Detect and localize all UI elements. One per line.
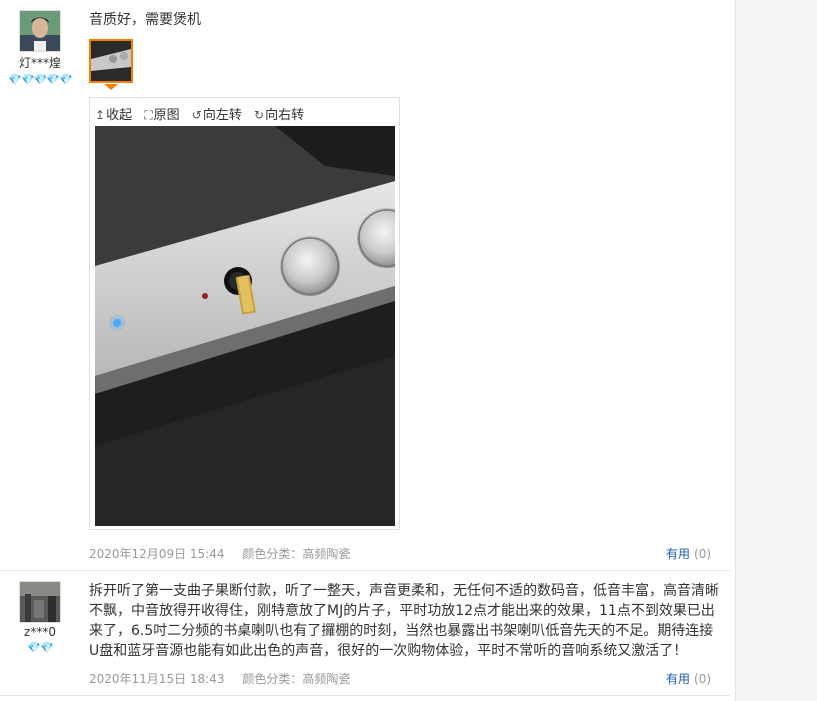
right-sidebar [735, 0, 817, 701]
reviewer-name[interactable]: z***0 [8, 625, 72, 639]
collapse-button[interactable]: ↥收起 [95, 104, 132, 123]
review-meta: 2020年11月15日 18:43 颜色分类：高频陶瓷 [89, 670, 364, 687]
rotate-right-button[interactable]: ↻向右转 [254, 104, 304, 123]
review-divider [0, 695, 730, 696]
review-photo[interactable] [95, 126, 395, 526]
image-viewer: ↥收起 ⛶原图 ↺向左转 ↻向右转 [89, 97, 400, 530]
thumbnail-selected-indicator [104, 84, 118, 90]
thumbnail-image [91, 41, 131, 81]
review-thumbnail[interactable] [89, 39, 133, 83]
avatar-image [20, 582, 60, 622]
avatar[interactable] [19, 10, 61, 52]
photo-image [95, 126, 395, 526]
rotate-left-icon: ↺ [191, 108, 202, 122]
avatar-image [20, 11, 60, 51]
review-divider [0, 570, 730, 571]
useful-button[interactable]: 有用 [666, 547, 690, 561]
useful-count: (0) [694, 547, 712, 561]
useful-vote: 有用 (0) [666, 545, 711, 562]
review-meta: 2020年12月09日 15:44 颜色分类：高频陶瓷 [89, 545, 364, 562]
useful-vote: 有用 (0) [666, 670, 711, 687]
rotate-left-label: 向左转 [202, 108, 242, 123]
review-text: 音质好，需要煲机 [89, 12, 201, 28]
reputation-badge-icon: 💎💎 [27, 641, 53, 654]
viewer-toolbar: ↥收起 ⛶原图 ↺向左转 ↻向右转 [95, 104, 312, 124]
rotate-right-label: 向右转 [265, 108, 305, 123]
rotate-right-icon: ↻ [254, 108, 265, 122]
reviewer-2: z***0 💎💎 [8, 581, 72, 654]
color-category: 颜色分类：高频陶瓷 [242, 672, 351, 686]
expand-icon: ⛶ [144, 108, 153, 122]
original-label: 原图 [153, 108, 180, 123]
up-arrow-icon: ↥ [95, 108, 106, 122]
reviewer-1: 灯***煌 💎💎💎💎💎 [8, 10, 73, 86]
reviewer-name[interactable]: 灯***煌 [8, 54, 72, 71]
avatar[interactable] [19, 581, 61, 623]
review-date: 2020年12月09日 15:44 [89, 547, 225, 561]
review-text: 拆开听了第一支曲子果断付款，听了一整天，声音更柔和，无任何不适的数码音，低音丰富… [89, 583, 719, 659]
reputation-badge-icon: 💎💎💎💎💎 [8, 73, 72, 86]
color-category: 颜色分类：高频陶瓷 [242, 547, 351, 561]
review-date: 2020年11月15日 18:43 [89, 672, 225, 686]
collapse-label: 收起 [106, 108, 133, 123]
original-image-button[interactable]: ⛶原图 [144, 104, 179, 123]
useful-count: (0) [694, 672, 712, 686]
rotate-left-button[interactable]: ↺向左转 [192, 104, 242, 123]
useful-button[interactable]: 有用 [666, 672, 690, 686]
